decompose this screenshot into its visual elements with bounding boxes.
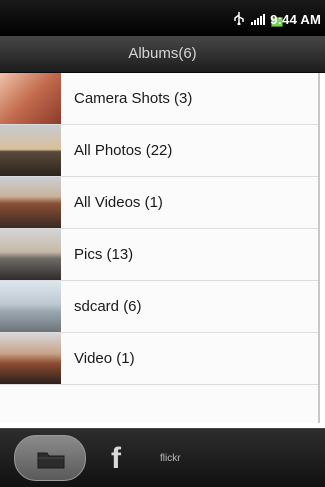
album-label: All Videos (1)	[74, 194, 163, 211]
album-row-all-photos[interactable]: All Photos (22)	[0, 125, 318, 177]
album-thumbnail	[0, 333, 61, 384]
albums-list: Camera Shots (3) All Photos (22) All Vid…	[0, 73, 320, 423]
album-label: Camera Shots (3)	[74, 90, 193, 107]
album-label: sdcard (6)	[74, 298, 142, 315]
tab-facebook[interactable]: f	[104, 439, 128, 479]
tab-flickr[interactable]: flickr	[160, 449, 200, 469]
signal-icon	[251, 14, 265, 25]
album-thumbnail	[0, 125, 61, 176]
clock: 9:44 AM	[270, 12, 321, 27]
album-label: Pics (13)	[74, 246, 134, 263]
album-row-pics[interactable]: Pics (13)	[0, 229, 318, 281]
album-thumbnail	[0, 177, 61, 228]
album-row-all-videos[interactable]: All Videos (1)	[0, 177, 318, 229]
page-title: Albums(6)	[0, 36, 325, 73]
album-row-sdcard[interactable]: sdcard (6)	[0, 281, 318, 333]
album-thumbnail	[0, 281, 61, 332]
album-label: Video (1)	[74, 350, 135, 367]
flickr-icon: flickr	[160, 453, 181, 464]
facebook-icon: f	[111, 442, 121, 475]
album-thumbnail	[0, 229, 61, 280]
folder-icon	[37, 452, 65, 469]
tab-albums[interactable]	[14, 435, 86, 481]
usb-icon	[234, 12, 244, 25]
album-row-camera-shots[interactable]: Camera Shots (3)	[0, 73, 318, 125]
album-row-video[interactable]: Video (1)	[0, 333, 318, 385]
album-label: All Photos (22)	[74, 142, 173, 159]
album-thumbnail	[0, 73, 61, 124]
status-bar: 9:44 AM	[0, 0, 325, 36]
bottom-tab-bar: f flickr	[0, 428, 325, 487]
